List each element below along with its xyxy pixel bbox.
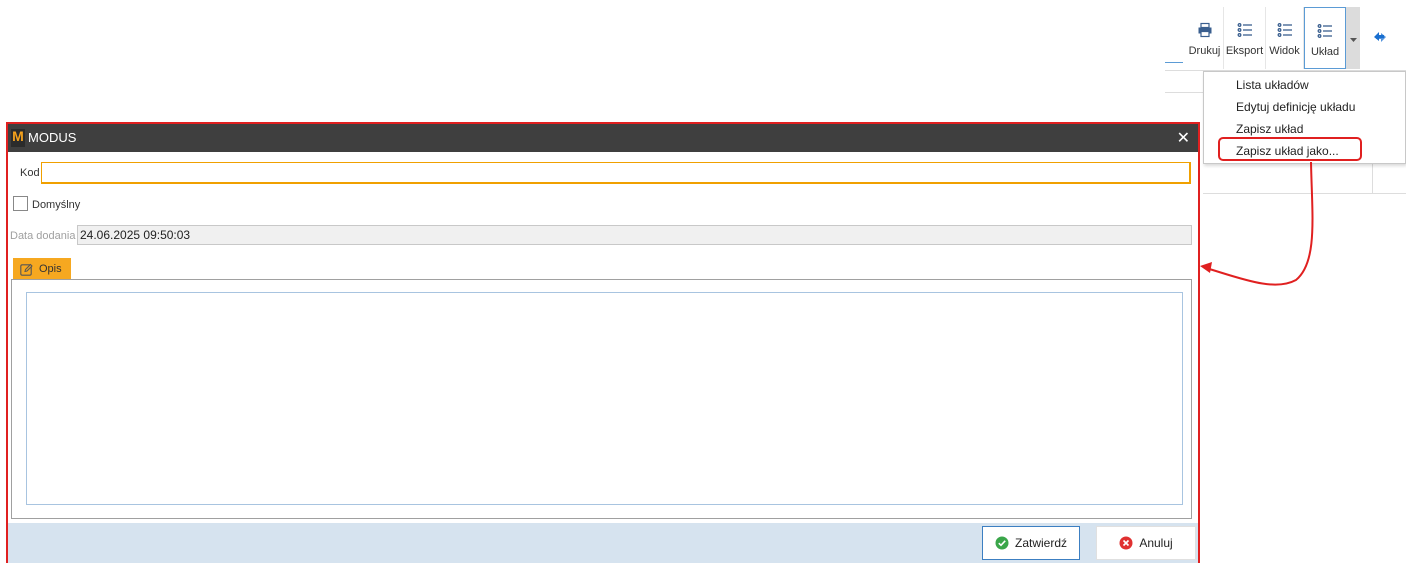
tab-description[interactable]: Opis xyxy=(13,258,71,280)
dialog-title: MODUS xyxy=(28,130,77,145)
cancel-button[interactable]: Anuluj xyxy=(1096,526,1196,560)
cancel-label: Anuluj xyxy=(1139,536,1173,550)
logo-letter: M xyxy=(12,128,24,144)
check-circle-icon xyxy=(995,536,1009,550)
tab-description-label: Opis xyxy=(39,263,62,275)
cancel-circle-icon xyxy=(1119,536,1133,550)
dialog-titlebar[interactable]: M MODUS ✕ xyxy=(8,124,1198,152)
description-panel xyxy=(11,279,1192,519)
modus-logo-icon: M xyxy=(11,128,25,147)
default-label: Domyślny xyxy=(32,199,81,211)
default-checkbox[interactable] xyxy=(13,196,28,211)
kod-input[interactable] xyxy=(41,162,1191,184)
confirm-label: Zatwierdź xyxy=(1014,536,1067,550)
description-textarea[interactable] xyxy=(26,292,1183,505)
confirm-button[interactable]: Zatwierdź xyxy=(982,526,1080,560)
close-icon[interactable]: ✕ xyxy=(1177,128,1190,148)
dialog-footer: Zatwierdź Anuluj xyxy=(8,523,1198,563)
kod-label: Kod xyxy=(20,167,40,179)
edit-icon xyxy=(20,263,33,276)
modus-dialog: M MODUS ✕ Kod Domyślny Data dodania 24.0… xyxy=(6,122,1200,563)
date-added-field: 24.06.2025 09:50:03 xyxy=(77,225,1192,245)
date-added-label: Data dodania xyxy=(10,230,76,242)
